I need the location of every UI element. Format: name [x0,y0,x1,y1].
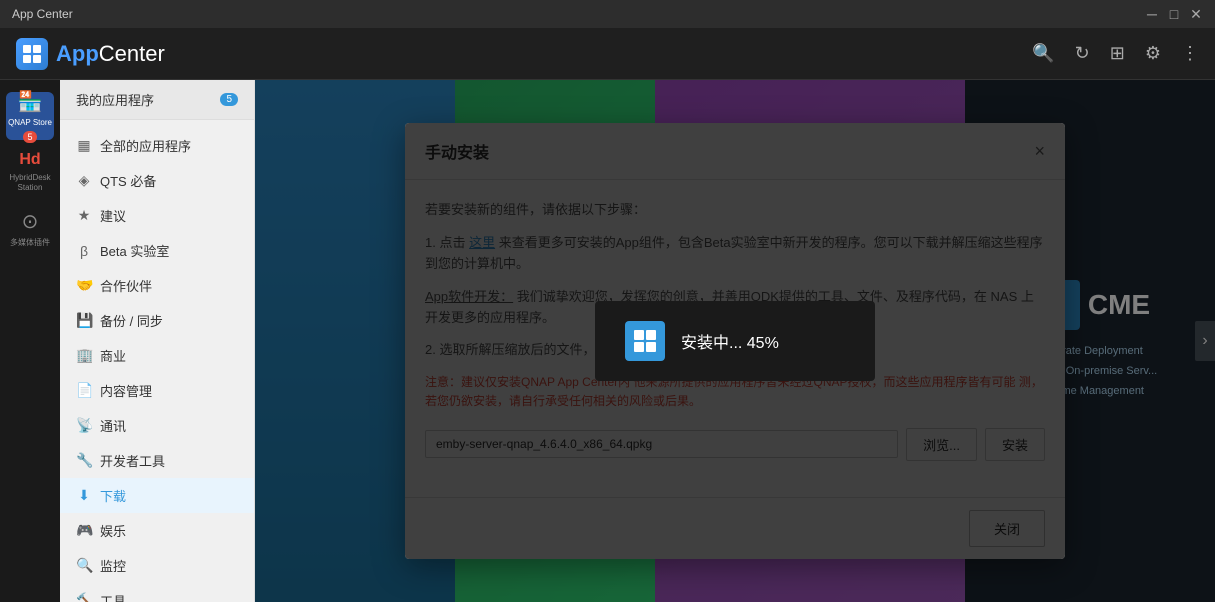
content-icon: 📄 [76,382,92,399]
recommendations-label: 建议 [100,206,126,225]
all-apps-label: 全部的应用程序 [100,136,191,155]
header-actions: 🔍 ↻ ⊞ ⚙ ⋮ [1032,43,1199,64]
partners-icon: 🤝 [76,277,92,294]
comms-icon: 📡 [76,417,92,434]
tools-icon: 🔨 [76,592,92,602]
hybriddesk-icon: Hd [19,151,40,169]
devtools-label: 开发者工具 [100,451,165,470]
progress-icon [625,321,665,361]
devtools-icon: 🔧 [76,452,92,469]
progress-text: 安装中... 45% [681,329,779,353]
hybriddesk-label: HybridDesk Station [6,173,54,192]
manage-button[interactable]: ⊞ [1110,43,1125,64]
my-apps-label: 我的应用程序 [76,90,154,109]
store-icon: 🏪 [18,89,43,114]
maximize-button[interactable]: □ [1167,7,1181,21]
monitoring-label: 监控 [100,556,126,575]
sidebar-item-recommendations[interactable]: ★ 建议 [60,198,254,233]
sidebar-item-all-apps[interactable]: ▦ 全部的应用程序 [60,128,254,163]
logo-text: AppCenter [56,41,165,67]
sidebar-item-beta[interactable]: β Beta 实验室 [60,233,254,268]
my-apps-badge: 5 [220,93,238,106]
main-content: G S CME • Accelerate Deployment • S [255,80,1215,602]
all-apps-icon: ▦ [76,137,92,154]
entertainment-icon: 🎮 [76,522,92,539]
app-body: 🏪 QNAP Store 5 Hd HybridDesk Station ⊙ 多… [0,80,1215,602]
beta-label: Beta 实验室 [100,241,169,260]
sidebar-light: 我的应用程序 5 ▦ 全部的应用程序 ◈ QTS 必备 ★ 建议 β [60,80,255,602]
qts-label: QTS 必备 [100,171,156,190]
app-layout: AppCenter 🔍 ↻ ⊞ ⚙ ⋮ 🏪 QNAP Store 5 Hd Hy… [0,28,1215,602]
sidebar-item-comms[interactable]: 📡 通讯 [60,408,254,443]
comms-label: 通讯 [100,416,126,435]
title-bar-controls: ─ □ ✕ [1145,7,1203,21]
sidebar-item-multimedia[interactable]: ⊙ 多媒体插件 [6,204,54,252]
backup-icon: 💾 [76,312,92,329]
app-header: AppCenter 🔍 ↻ ⊞ ⚙ ⋮ [0,28,1215,80]
sidebar-item-hybriddesk[interactable]: Hd HybridDesk Station [6,148,54,196]
qnap-store-badge: 5 [23,131,36,143]
download-label: 下载 [100,486,126,505]
sidebar-item-qnap-store[interactable]: 🏪 QNAP Store 5 [6,92,54,140]
beta-icon: β [76,243,92,259]
business-icon: 🏢 [76,347,92,364]
sidebar-item-devtools[interactable]: 🔧 开发者工具 [60,443,254,478]
sidebar-item-business[interactable]: 🏢 商业 [60,338,254,373]
sidebar-item-entertainment[interactable]: 🎮 娱乐 [60,513,254,548]
sidebar-item-monitoring[interactable]: 🔍 监控 [60,548,254,583]
progress-box: 安装中... 45% [595,301,875,381]
sidebar-item-backup[interactable]: 💾 备份 / 同步 [60,303,254,338]
progress-overlay: 安装中... 45% [405,123,1065,558]
multimedia-icon: ⊙ [22,209,39,234]
content-label: 内容管理 [100,381,152,400]
sidebar-dark: 🏪 QNAP Store 5 Hd HybridDesk Station ⊙ 多… [0,80,60,602]
backup-label: 备份 / 同步 [100,311,163,330]
recommendations-icon: ★ [76,207,92,224]
app-logo: AppCenter [16,38,165,70]
search-button[interactable]: 🔍 [1032,43,1054,64]
settings-button[interactable]: ⚙ [1145,43,1161,64]
title-bar: App Center ─ □ ✕ [0,0,1215,28]
logo-icon [16,38,48,70]
download-icon: ⬇ [76,487,92,504]
sidebar-nav-section: ▦ 全部的应用程序 ◈ QTS 必备 ★ 建议 β Beta 实验室 🤝 [60,120,254,602]
multimedia-label: 多媒体插件 [10,238,50,248]
manual-install-modal: 手动安装 × 若要安装新的组件，请依据以下步骤： 1. 点击 这里 来查看更多可… [405,123,1065,558]
qnap-store-label: QNAP Store [8,118,52,128]
sidebar-item-qts[interactable]: ◈ QTS 必备 [60,163,254,198]
sidebar-item-partners[interactable]: 🤝 合作伙伴 [60,268,254,303]
title-bar-label: App Center [12,7,73,21]
modal-overlay: 手动安装 × 若要安装新的组件，请依据以下步骤： 1. 点击 这里 来查看更多可… [255,80,1215,602]
sidebar-item-download[interactable]: ⬇ 下载 [60,478,254,513]
refresh-button[interactable]: ↻ [1075,43,1090,64]
qts-icon: ◈ [76,172,92,189]
minimize-button[interactable]: ─ [1145,7,1159,21]
sidebar-item-content[interactable]: 📄 内容管理 [60,373,254,408]
sidebar-item-tools[interactable]: 🔨 工具 [60,583,254,602]
tools-label: 工具 [100,591,126,602]
business-label: 商业 [100,346,126,365]
sidebar-my-apps[interactable]: 我的应用程序 5 [60,80,254,120]
close-window-button[interactable]: ✕ [1189,7,1203,21]
partners-label: 合作伙伴 [100,276,152,295]
more-button[interactable]: ⋮ [1181,43,1199,64]
entertainment-label: 娱乐 [100,521,126,540]
monitoring-icon: 🔍 [76,557,92,574]
